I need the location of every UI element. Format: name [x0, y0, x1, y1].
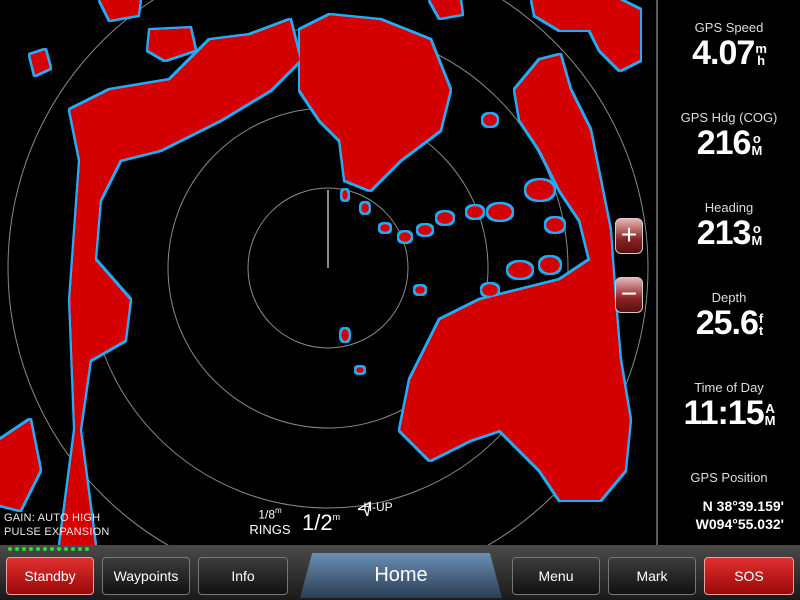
info-button[interactable]: Info	[198, 557, 288, 595]
field-unit: oM	[751, 131, 762, 159]
range-unit: m	[332, 512, 341, 522]
field-label: Depth	[711, 290, 747, 305]
gps-position-field[interactable]: GPS Position N 38°39.159' W094°55.032'	[658, 470, 800, 533]
field-value: 4.07	[692, 34, 755, 72]
radar-display[interactable]: GAIN: AUTO HIGH PULSE EXPANSION + − 1/8m…	[0, 0, 655, 545]
zoom-out-button[interactable]: −	[615, 277, 643, 313]
menu-button[interactable]: Menu	[512, 557, 600, 595]
field-value: 216	[696, 124, 752, 162]
home-button[interactable]: Home	[300, 553, 502, 598]
radar-echoes	[0, 0, 640, 545]
field-label: GPS Position	[690, 470, 768, 485]
zoom-in-button[interactable]: +	[615, 218, 643, 254]
field-unit: ft	[758, 311, 763, 339]
ring-spacing-readout: 1/8m RINGS	[245, 503, 295, 537]
field-label: Time of Day	[694, 380, 764, 395]
ring-spacing-value: 1/8	[258, 507, 275, 522]
orientation-readout[interactable]: H-UP	[358, 500, 398, 516]
mark-button[interactable]: Mark	[608, 557, 696, 595]
orientation-arrow-icon	[358, 500, 371, 516]
heading-field[interactable]: Heading 213 o M	[658, 200, 800, 251]
depth-field[interactable]: Depth 25.6 f t	[658, 290, 800, 341]
field-label: Heading	[704, 200, 754, 215]
pulse-expansion-status: PULSE EXPANSION	[4, 526, 110, 538]
sos-button[interactable]: SOS	[704, 557, 794, 595]
field-label: GPS Hdg (COG)	[680, 110, 778, 125]
field-unit: oM	[751, 221, 762, 249]
field-unit: AM	[764, 401, 776, 429]
gps-heading-field[interactable]: GPS Hdg (COG) 216 o M	[658, 110, 800, 161]
latitude-value: N 38°39.159'	[702, 498, 784, 514]
field-value: 213	[696, 214, 752, 252]
signal-leds	[8, 547, 89, 553]
ring-spacing-unit: m	[275, 506, 282, 515]
gps-speed-field[interactable]: GPS Speed 4.07 m h	[658, 20, 800, 71]
rings-label: RINGS	[249, 522, 291, 538]
gain-status: GAIN: AUTO HIGH	[4, 512, 101, 524]
range-readout[interactable]: 1/2m	[302, 510, 340, 536]
radar-echo-map	[0, 0, 649, 545]
bottom-button-bar: Standby Waypoints Info Home Menu Mark SO…	[0, 545, 800, 600]
standby-button[interactable]: Standby	[6, 557, 94, 595]
longitude-value: W094°55.032'	[695, 516, 784, 532]
field-value: 11:15	[683, 394, 765, 432]
waypoints-button[interactable]: Waypoints	[102, 557, 190, 595]
time-of-day-field[interactable]: Time of Day 11:15 A M	[658, 380, 800, 431]
field-value: 25.6	[695, 304, 759, 342]
field-label: GPS Speed	[694, 20, 764, 35]
data-panel: GPS Speed 4.07 m h GPS Hdg (COG) 216 o M Hea…	[656, 0, 800, 545]
range-value: 1/2	[302, 510, 333, 535]
field-unit: mh	[755, 41, 767, 69]
